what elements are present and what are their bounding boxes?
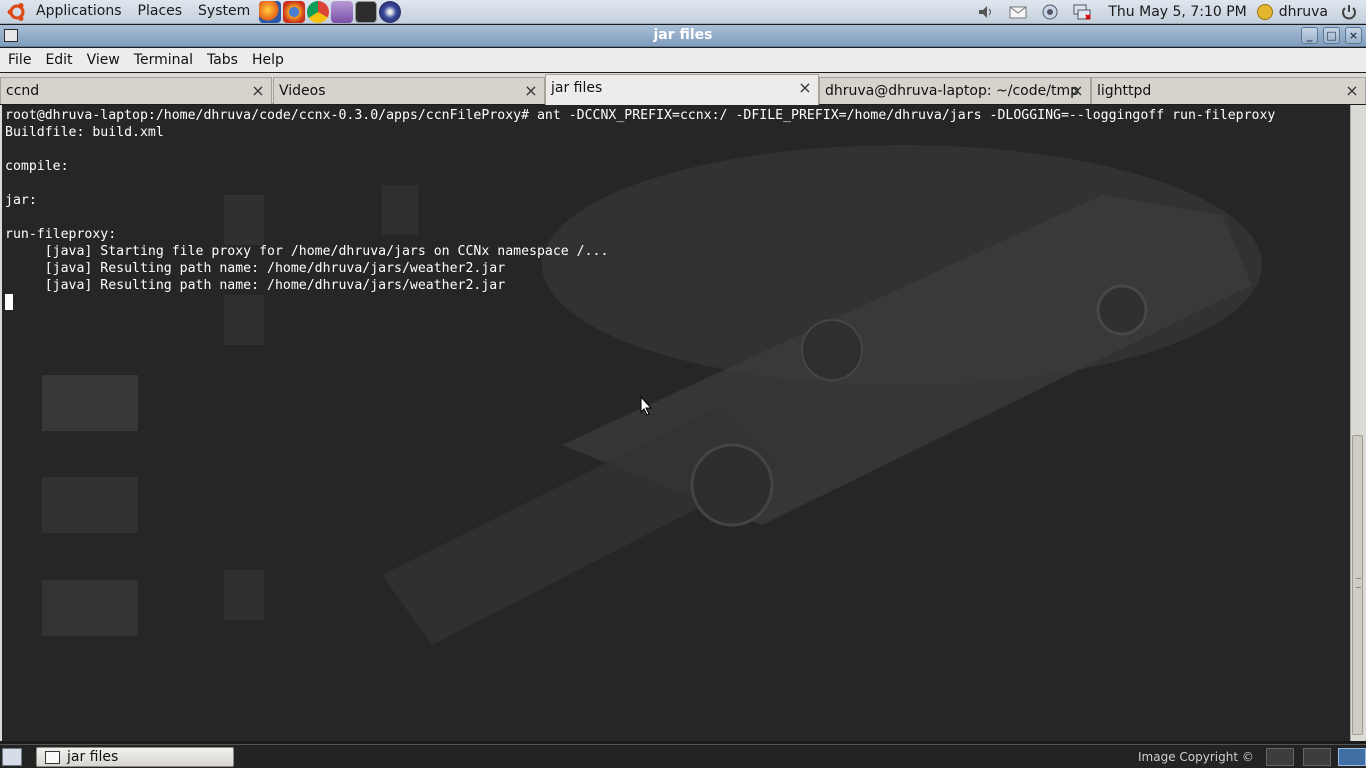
menu-file[interactable]: File bbox=[0, 52, 37, 68]
terminal-scrollbar[interactable] bbox=[1350, 105, 1364, 741]
window-title: jar files bbox=[653, 27, 713, 43]
terminal-line: [java] Resulting path name: /home/dhruva… bbox=[5, 278, 506, 293]
terminal-line: [java] Resulting path name: /home/dhruva… bbox=[5, 261, 506, 276]
minimize-button[interactable]: _ bbox=[1301, 27, 1318, 44]
terminal-area[interactable]: root@dhruva-laptop:/home/dhruva/code/ccn… bbox=[0, 105, 1366, 741]
ubuntu-logo-icon[interactable] bbox=[6, 1, 28, 23]
top-panel: Applications Places System Thu May 5, 7:… bbox=[0, 0, 1366, 24]
mouse-pointer-icon bbox=[640, 396, 652, 416]
tab-ccnd[interactable]: ccnd × bbox=[0, 77, 272, 104]
workspace-1-icon[interactable] bbox=[1266, 748, 1294, 766]
power-icon[interactable] bbox=[1340, 3, 1358, 21]
tab-label: dhruva@dhruva-laptop: ~/code/tmp bbox=[825, 83, 1079, 99]
terminal-output[interactable]: root@dhruva-laptop:/home/dhruva/code/ccn… bbox=[5, 107, 1275, 311]
terminal-line: run-fileproxy: bbox=[5, 227, 117, 242]
close-tab-icon[interactable]: × bbox=[1070, 83, 1084, 99]
network-disconnected-icon[interactable] bbox=[1072, 2, 1092, 22]
menu-edit[interactable]: Edit bbox=[37, 52, 78, 68]
close-tab-icon[interactable]: × bbox=[251, 83, 265, 99]
show-desktop-icon[interactable] bbox=[2, 748, 22, 766]
menu-view[interactable]: View bbox=[79, 52, 126, 68]
maximize-button[interactable]: □ bbox=[1323, 27, 1340, 44]
scrollbar-thumb[interactable] bbox=[1352, 435, 1363, 735]
panel-clock[interactable]: Thu May 5, 7:10 PM bbox=[1098, 4, 1256, 20]
scrollbar-grip-icon bbox=[1356, 578, 1361, 588]
terminal-line: [java] Starting file proxy for /home/dhr… bbox=[5, 244, 609, 259]
chromium-icon[interactable] bbox=[307, 0, 330, 23]
image-copyright-text: Image Copyright © bbox=[1138, 750, 1254, 764]
tab-jar-files[interactable]: jar files × bbox=[545, 74, 819, 105]
tab-bar: ccnd × Videos × jar files × dhruva@dhruv… bbox=[0, 73, 1366, 105]
bottom-panel: jar files Image Copyright © bbox=[0, 744, 1366, 768]
user-name: dhruva bbox=[1278, 3, 1328, 20]
firefox-alt-icon[interactable] bbox=[283, 0, 306, 23]
tab-label: lighttpd bbox=[1097, 83, 1152, 99]
close-tab-icon[interactable]: × bbox=[524, 83, 538, 99]
tab-lighttpd[interactable]: lighttpd × bbox=[1091, 77, 1366, 104]
tab-label: Videos bbox=[279, 83, 326, 99]
close-button[interactable]: × bbox=[1345, 27, 1362, 44]
terminal-line: jar: bbox=[5, 193, 37, 208]
menu-help[interactable]: Help bbox=[244, 52, 290, 68]
menu-bar: File Edit View Terminal Tabs Help bbox=[0, 48, 1366, 72]
eclipse-icon[interactable] bbox=[379, 0, 402, 23]
menu-terminal[interactable]: Terminal bbox=[126, 52, 199, 68]
tab-label: ccnd bbox=[6, 83, 40, 99]
terminal-cursor bbox=[5, 294, 13, 310]
window-title-bar[interactable]: jar files _ □ × bbox=[0, 25, 1366, 47]
workspace-2-icon[interactable] bbox=[1303, 748, 1331, 766]
volume-icon[interactable] bbox=[976, 2, 996, 22]
places-menu[interactable]: Places bbox=[130, 0, 191, 24]
tab-videos[interactable]: Videos × bbox=[273, 77, 545, 104]
taskbar-window-button[interactable]: jar files bbox=[36, 747, 234, 767]
chat-status-icon[interactable] bbox=[1040, 2, 1060, 22]
workspace-3-icon[interactable] bbox=[1338, 748, 1366, 766]
system-menu[interactable]: System bbox=[190, 0, 258, 24]
terminal-line: compile: bbox=[5, 159, 69, 174]
close-tab-icon[interactable]: × bbox=[798, 80, 812, 96]
firefox-icon[interactable] bbox=[259, 0, 282, 23]
terminal-line: root@dhruva-laptop:/home/dhruva/code/ccn… bbox=[5, 108, 1276, 123]
terminal-task-icon bbox=[45, 751, 60, 764]
taskbar-window-label: jar files bbox=[67, 749, 119, 765]
menu-tabs[interactable]: Tabs bbox=[199, 52, 244, 68]
mail-icon[interactable] bbox=[1008, 2, 1028, 22]
terminal-line: Buildfile: build.xml bbox=[5, 125, 164, 140]
user-status-icon bbox=[1256, 3, 1273, 20]
pidgin-icon[interactable] bbox=[331, 0, 354, 23]
user-menu[interactable]: dhruva bbox=[1256, 3, 1336, 20]
terminal-window-icon[interactable] bbox=[4, 29, 18, 42]
tab-label: jar files bbox=[551, 80, 603, 96]
tab-dhruva-tmp[interactable]: dhruva@dhruva-laptop: ~/code/tmp × bbox=[819, 77, 1091, 104]
terminal-icon[interactable] bbox=[355, 0, 378, 23]
applications-menu[interactable]: Applications bbox=[28, 0, 130, 24]
close-tab-icon[interactable]: × bbox=[1345, 83, 1359, 99]
